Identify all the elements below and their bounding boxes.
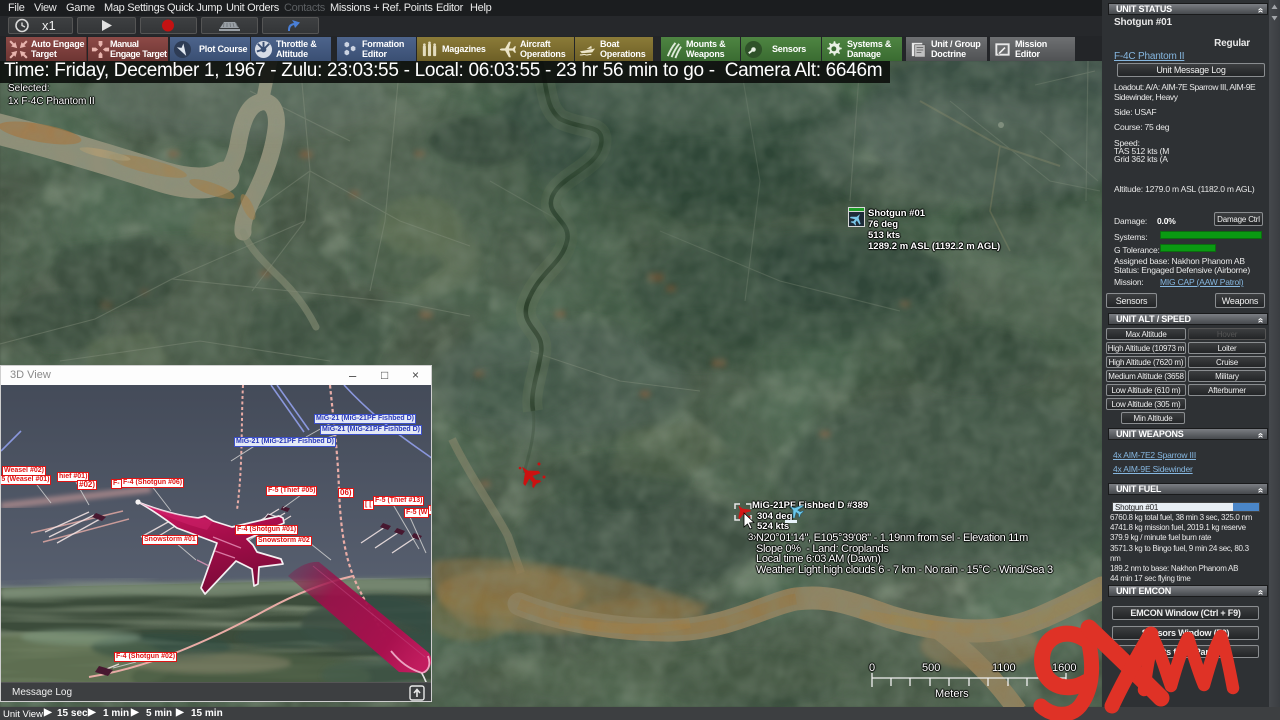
svg-text:x1: x1: [42, 18, 56, 33]
